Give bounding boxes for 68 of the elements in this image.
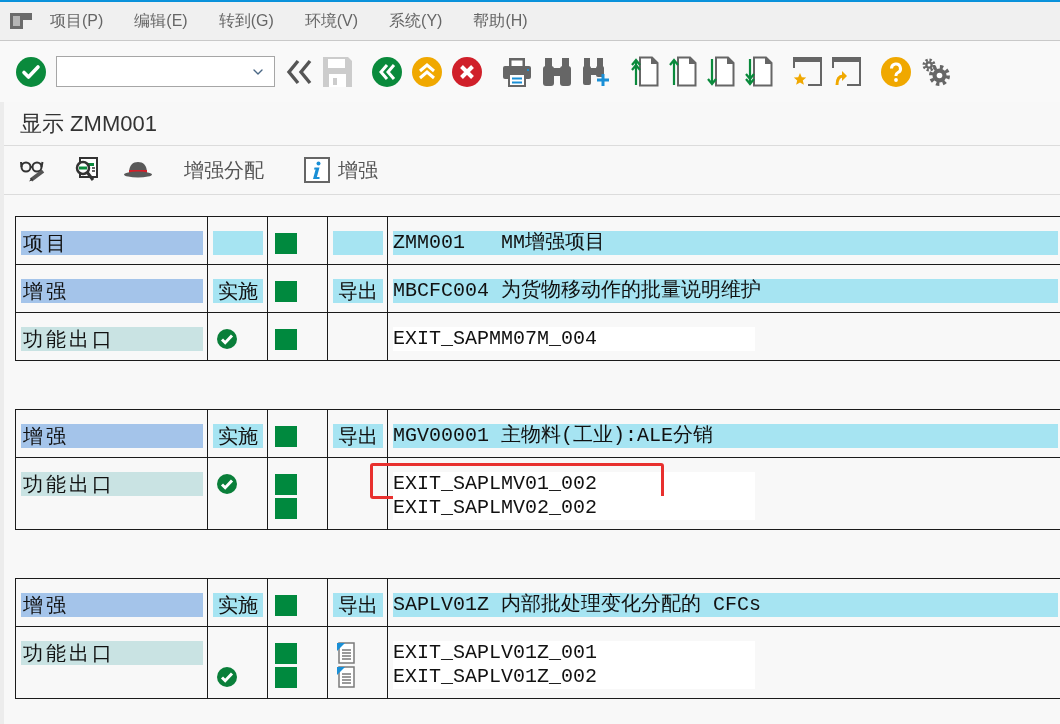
object-type-label: 功能出口 — [21, 472, 203, 496]
object-type-label: 功能出口 — [21, 641, 203, 665]
page-arrow-down-icon — [745, 56, 773, 87]
toolbar-button[interactable] — [707, 56, 735, 87]
printer-icon — [502, 56, 532, 87]
toolbar-button[interactable] — [582, 56, 611, 87]
object-type-label: 功能出口 — [21, 327, 203, 351]
window-star-icon — [793, 57, 822, 86]
page-arrow-up-icon — [669, 56, 697, 87]
text-button[interactable]: 增强分配 — [172, 152, 276, 188]
status-label: 实施 — [213, 279, 263, 303]
screen-title: 显示 ZMM001 — [20, 109, 157, 138]
magnifier-document-icon — [74, 157, 98, 183]
toolbar-button[interactable] — [631, 56, 659, 87]
object-type-label: 增强 — [21, 593, 203, 617]
menu-item[interactable]: 系统(Y) — [389, 10, 443, 32]
back-circle-icon — [372, 56, 402, 87]
toolbar-button[interactable] — [502, 56, 532, 87]
direction-label: 导出 — [333, 593, 383, 617]
help-icon — [881, 56, 911, 87]
direction-label: 导出 — [333, 424, 383, 448]
binoculars-plus-icon — [582, 56, 611, 87]
direction-label: 导出 — [333, 279, 383, 303]
page-arrow-down-icon — [707, 56, 735, 87]
blank-highlight — [333, 231, 383, 255]
status-label: 实施 — [213, 593, 263, 617]
menu-item[interactable]: 编辑(E) — [134, 10, 188, 32]
info-button[interactable]: 增强 — [292, 152, 390, 188]
command-field[interactable] — [56, 56, 275, 87]
object-type-label: 项目 — [21, 231, 203, 255]
double-chevron-up-icon — [412, 56, 442, 87]
page-arrow-up-icon — [631, 56, 659, 87]
binoculars-icon — [542, 56, 572, 87]
toolbar-button[interactable] — [669, 56, 697, 87]
exit-name: EXIT_SAPLMV02_002 — [393, 496, 755, 520]
description-label: MGV00001 主物料(工业):ALE分销 — [393, 424, 1058, 448]
double-chevron-left-icon — [285, 57, 313, 86]
info-icon — [304, 157, 330, 183]
hat-icon — [123, 161, 153, 179]
exit-name: EXIT_SAPLV01Z_001 — [393, 641, 755, 665]
exit-name: EXIT_SAPLMV01_002 — [393, 472, 755, 496]
description-label: MBCFC004 为货物移动作的批量说明维护 — [393, 279, 1058, 303]
toolbar-button[interactable] — [452, 56, 482, 87]
menu-item[interactable]: 环境(V) — [304, 10, 359, 32]
toolbar-button[interactable] — [832, 57, 861, 86]
exit-name: EXIT_SAPLV01Z_002 — [393, 665, 755, 689]
menu-item[interactable]: 帮助(H) — [473, 10, 528, 32]
menu-icon[interactable] — [10, 13, 32, 29]
description-label: SAPLV01Z 内部批处理变化分配的 CFCs — [393, 593, 1058, 617]
menu-item[interactable]: 项目(P) — [50, 10, 104, 32]
toolbar-button[interactable] — [16, 56, 46, 87]
exit-name: EXIT_SAPMM07M_004 — [393, 327, 755, 351]
object-type-label: 增强 — [21, 279, 203, 303]
toolbar-button[interactable] — [745, 56, 773, 87]
menu-item[interactable]: 转到(G) — [218, 10, 274, 32]
window-arrow-icon — [832, 57, 861, 86]
gears-icon — [921, 56, 951, 87]
blank-highlight — [213, 231, 263, 255]
cancel-icon — [452, 56, 482, 87]
toolbar-button[interactable] — [921, 56, 951, 87]
toolbar-button[interactable] — [793, 57, 822, 86]
toolbar-button[interactable] — [372, 56, 402, 87]
object-type-label: 增强 — [21, 424, 203, 448]
description-label: ZMM001 MM增强项目 — [393, 231, 1058, 255]
check-circle-icon — [16, 56, 46, 87]
status-label: 实施 — [213, 424, 263, 448]
toolbar-button[interactable] — [542, 56, 572, 87]
toolbar-button[interactable] — [285, 57, 313, 86]
